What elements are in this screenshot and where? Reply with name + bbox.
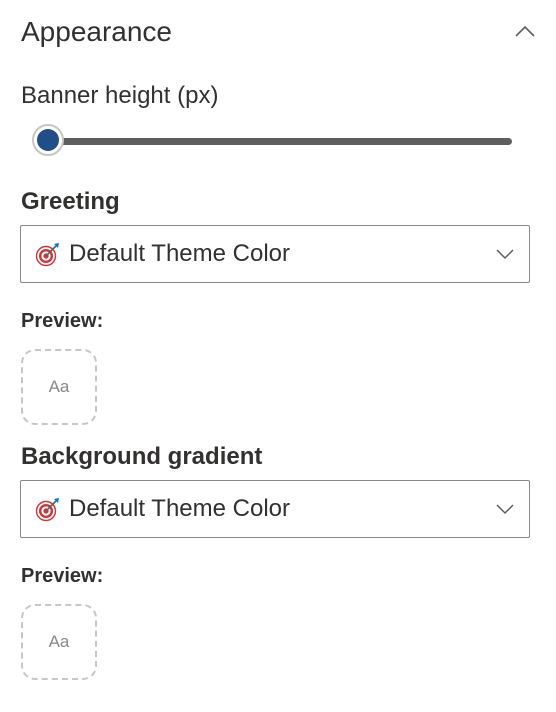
banner-height-label: Banner height (px) — [21, 82, 219, 109]
section-title: Appearance — [21, 16, 173, 47]
greeting-preview-swatch: Aa — [21, 349, 97, 425]
target-dart-icon — [35, 498, 59, 522]
target-dart-icon — [35, 243, 59, 267]
background-gradient-selected-value: Default Theme Color — [69, 495, 290, 522]
banner-height-slider[interactable] — [32, 124, 514, 160]
background-gradient-preview-label: Preview: — [21, 565, 104, 587]
greeting-label: Greeting — [21, 188, 120, 215]
chevron-up-icon[interactable] — [514, 21, 536, 43]
chevron-down-icon — [496, 249, 514, 260]
background-gradient-dropdown[interactable]: Default Theme Color — [20, 480, 530, 538]
appearance-panel: Appearance Banner height (px) Greeting D… — [0, 0, 556, 712]
slider-track[interactable] — [48, 138, 512, 145]
chevron-down-icon — [496, 504, 514, 515]
greeting-preview-text: Aa — [48, 377, 70, 396]
greeting-selected-value: Default Theme Color — [69, 240, 290, 267]
background-gradient-preview-text: Aa — [48, 632, 70, 651]
greeting-preview-label: Preview: — [21, 310, 104, 332]
background-gradient-label: Background gradient — [21, 443, 263, 470]
background-gradient-preview-swatch: Aa — [21, 604, 97, 680]
appearance-section-header[interactable]: Appearance — [21, 10, 536, 54]
slider-thumb[interactable] — [32, 124, 64, 156]
greeting-dropdown[interactable]: Default Theme Color — [20, 225, 530, 283]
slider-thumb-fill — [37, 129, 59, 151]
